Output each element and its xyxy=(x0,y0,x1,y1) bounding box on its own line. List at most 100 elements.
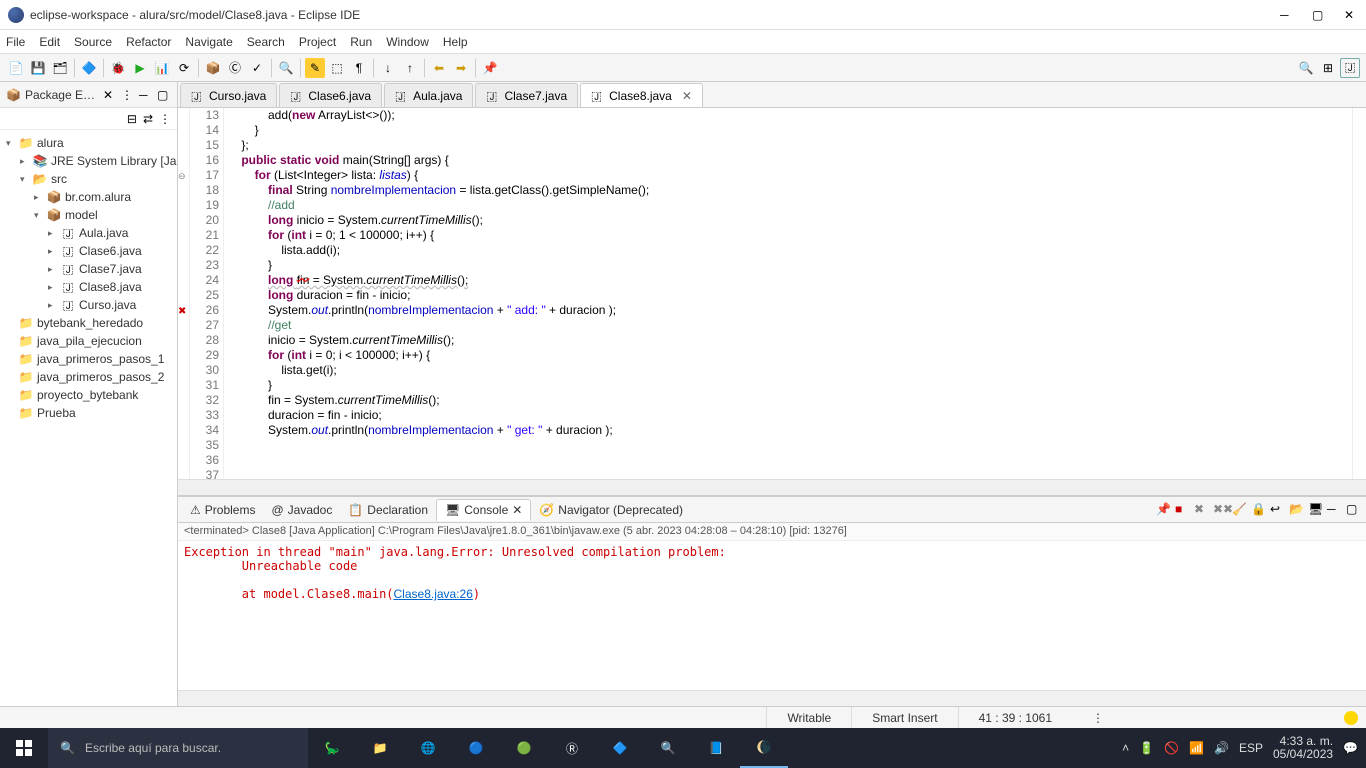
tray-chevron-icon[interactable]: ˄ xyxy=(1122,741,1129,755)
bottom-hscroll[interactable] xyxy=(178,690,1366,706)
new-package-icon[interactable]: 📦 xyxy=(203,58,223,78)
java-perspective-icon[interactable]: 🇯 xyxy=(1340,58,1360,78)
tree-node-src[interactable]: ▾📂src xyxy=(0,170,177,188)
tree-arrow-icon[interactable]: ▾ xyxy=(6,138,18,149)
new-class-icon[interactable]: Ⓒ xyxy=(225,58,245,78)
console-pin-icon[interactable]: 📌 xyxy=(1156,502,1172,518)
view-menu-icon[interactable]: ⋮ xyxy=(121,88,135,102)
maximize-button[interactable]: ▢ xyxy=(1312,8,1326,22)
pin-icon[interactable]: 📌 xyxy=(480,58,500,78)
minimize-view-icon[interactable]: ─ xyxy=(139,88,153,102)
maximize-panel-icon[interactable]: ▢ xyxy=(1346,502,1362,518)
prev-annotation-icon[interactable]: ↑ xyxy=(400,58,420,78)
editor-tab-clase7-java[interactable]: 🇯Clase7.java xyxy=(475,83,578,107)
debug-icon[interactable]: 🐞 xyxy=(108,58,128,78)
tree-node-model[interactable]: ▾📦model xyxy=(0,206,177,224)
minimize-button[interactable]: ─ xyxy=(1280,8,1294,22)
tree-node-proyecto-bytebank[interactable]: 📁proyecto_bytebank xyxy=(0,386,177,404)
tree-node-br-com-alura[interactable]: ▸📦br.com.alura xyxy=(0,188,177,206)
quick-access-icon[interactable]: 🔍 xyxy=(1296,58,1316,78)
tree-node-java-pila-ejecucion[interactable]: 📁java_pila_ejecucion xyxy=(0,332,177,350)
run-last-icon[interactable]: ⟳ xyxy=(174,58,194,78)
taskbar-app-vscode[interactable]: 📘 xyxy=(692,728,740,768)
editor-tab-aula-java[interactable]: 🇯Aula.java xyxy=(384,83,473,107)
tree-arrow-icon[interactable]: ▸ xyxy=(48,246,60,257)
new-icon[interactable]: 📄 xyxy=(6,58,26,78)
tray-volume-icon[interactable]: 🔊 xyxy=(1214,741,1229,755)
tree-node-java-primeros-pasos-2[interactable]: 📁java_primeros_pasos_2 xyxy=(0,368,177,386)
tray-language-icon[interactable]: ESP xyxy=(1239,741,1263,755)
menu-project[interactable]: Project xyxy=(299,35,336,49)
minimize-panel-icon[interactable]: ─ xyxy=(1327,502,1343,518)
tray-network-icon[interactable]: 🚫 xyxy=(1164,741,1179,755)
taskbar-app-rstudio[interactable]: 🔷 xyxy=(596,728,644,768)
editor-hscroll[interactable] xyxy=(178,479,1366,495)
search-icon[interactable]: 🔍 xyxy=(276,58,296,78)
tray-battery-icon[interactable]: 🔋 xyxy=(1139,741,1154,755)
tree-node-aula-java[interactable]: ▸🇯Aula.java xyxy=(0,224,177,242)
overview-ruler[interactable] xyxy=(1352,108,1366,479)
menu-dots-icon[interactable]: ⋮ xyxy=(1092,711,1104,725)
console-remove-icon[interactable]: ✖ xyxy=(1194,502,1210,518)
tree-arrow-icon[interactable]: ▸ xyxy=(48,300,60,311)
tray-notifications-icon[interactable]: 💬 xyxy=(1343,741,1358,755)
tree-node-clase6-java[interactable]: ▸🇯Clase6.java xyxy=(0,242,177,260)
start-button[interactable] xyxy=(0,728,48,768)
taskbar-app-r[interactable]: Ⓡ xyxy=(548,728,596,768)
taskbar-app-search[interactable]: 🔍 xyxy=(644,728,692,768)
forward-icon[interactable]: ➡ xyxy=(451,58,471,78)
back-icon[interactable]: ⬅ xyxy=(429,58,449,78)
code-editor[interactable]: ⊖✖ 1314151617181920212223242526272829303… xyxy=(178,108,1366,479)
menu-edit[interactable]: Edit xyxy=(39,35,60,49)
tip-bulb-icon[interactable] xyxy=(1344,711,1358,725)
tree-node-prueba[interactable]: 📁Prueba xyxy=(0,404,177,422)
toggle-mark-icon[interactable]: ✎ xyxy=(305,58,325,78)
show-whitespace-icon[interactable]: ¶ xyxy=(349,58,369,78)
menu-navigate[interactable]: Navigate xyxy=(185,35,232,49)
menu-file[interactable]: File xyxy=(6,35,25,49)
next-annotation-icon[interactable]: ↓ xyxy=(378,58,398,78)
bottom-tab-javadoc[interactable]: @Javadoc xyxy=(263,499,340,521)
taskbar-app-qgis[interactable]: 🟢 xyxy=(500,728,548,768)
tree-node-java-primeros-pasos-1[interactable]: 📁java_primeros_pasos_1 xyxy=(0,350,177,368)
system-tray[interactable]: ˄ 🔋 🚫 📶 🔊 ESP 4:33 a. m. 05/04/2023 💬 xyxy=(1122,735,1366,761)
close-button[interactable]: ✕ xyxy=(1344,8,1358,22)
taskbar-app-explorer[interactable]: 📁 xyxy=(356,728,404,768)
code-content[interactable]: add(new ArrayList<>()); } }; public stat… xyxy=(224,108,1352,479)
maximize-view-icon[interactable]: ▢ xyxy=(157,88,171,102)
close-tab-icon[interactable]: ✕ xyxy=(682,89,692,103)
tree-arrow-icon[interactable]: ▸ xyxy=(48,228,60,239)
save-icon[interactable]: 💾 xyxy=(28,58,48,78)
tree-node-clase8-java[interactable]: ▸🇯Clase8.java xyxy=(0,278,177,296)
toggle-block-icon[interactable]: ⬚ xyxy=(327,58,347,78)
project-tree[interactable]: ▾📁alura▸📚JRE System Library [Ja▾📂src▸📦br… xyxy=(0,130,177,706)
menu-run[interactable]: Run xyxy=(350,35,372,49)
coverage-icon[interactable]: 📊 xyxy=(152,58,172,78)
editor-tab-curso-java[interactable]: 🇯Curso.java xyxy=(180,83,277,107)
console-open-icon[interactable]: 📂 xyxy=(1289,502,1305,518)
save-all-icon[interactable]: 🗂 xyxy=(50,58,70,78)
menu-search[interactable]: Search xyxy=(247,35,285,49)
tree-arrow-icon[interactable]: ▸ xyxy=(20,156,32,167)
open-perspective-icon[interactable]: ⊞ xyxy=(1318,58,1338,78)
tree-arrow-icon[interactable]: ▸ xyxy=(48,264,60,275)
run-icon[interactable]: ▶ xyxy=(130,58,150,78)
tree-node-curso-java[interactable]: ▸🇯Curso.java xyxy=(0,296,177,314)
close-tab-icon[interactable]: ✕ xyxy=(512,503,522,517)
bottom-tab-declaration[interactable]: 📋Declaration xyxy=(340,499,436,521)
bottom-tab-console[interactable]: 🖥Console ✕ xyxy=(436,499,531,521)
tree-node-clase7-java[interactable]: ▸🇯Clase7.java xyxy=(0,260,177,278)
stacktrace-link[interactable]: Clase8.java:26 xyxy=(394,587,473,601)
tree-node-alura[interactable]: ▾📁alura xyxy=(0,134,177,152)
editor-tab-clase8-java[interactable]: 🇯Clase8.java✕ xyxy=(580,83,703,107)
collapse-all-icon[interactable]: ⊟ xyxy=(127,112,137,126)
view-dropdown-icon[interactable]: ⋮ xyxy=(159,112,171,126)
taskbar-app-copilot[interactable]: 🔵 xyxy=(452,728,500,768)
taskbar-app-chrome[interactable]: 🌐 xyxy=(404,728,452,768)
tree-node-bytebank-heredado[interactable]: 📁bytebank_heredado xyxy=(0,314,177,332)
console-scroll-lock-icon[interactable]: 🔒 xyxy=(1251,502,1267,518)
console-wrap-icon[interactable]: ↩ xyxy=(1270,502,1286,518)
console-terminate-icon[interactable]: ■ xyxy=(1175,502,1191,518)
console-remove-all-icon[interactable]: ✖✖ xyxy=(1213,502,1229,518)
tree-arrow-icon[interactable]: ▸ xyxy=(34,192,46,203)
